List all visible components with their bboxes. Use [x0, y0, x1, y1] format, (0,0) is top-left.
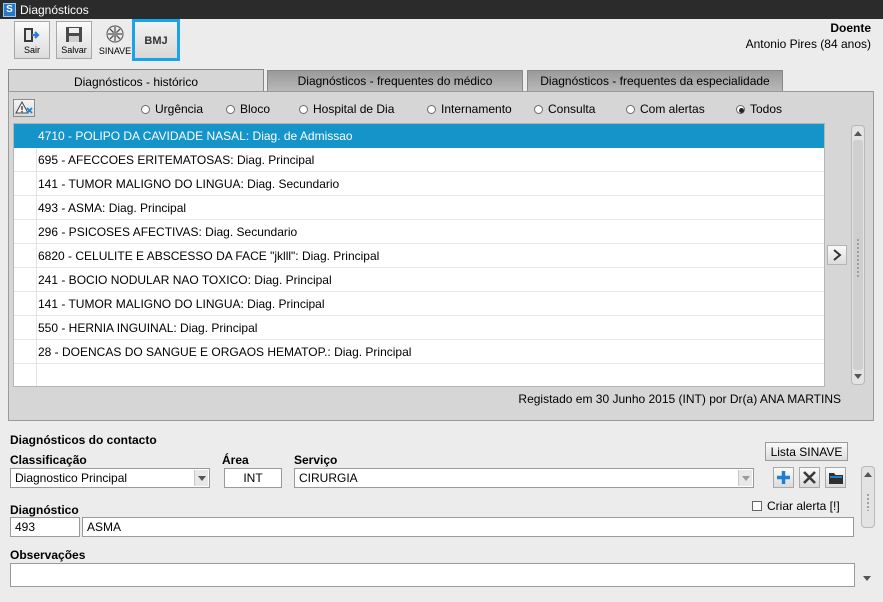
app-logo-icon: S [3, 2, 16, 17]
save-icon [66, 27, 82, 42]
tab-historico[interactable]: Diagnósticos - histórico [8, 69, 264, 93]
scroll-up-icon[interactable] [852, 127, 864, 139]
filter-bar: Urgência Bloco Hospital de Dia Intername… [9, 98, 869, 120]
radio-consulta[interactable] [534, 104, 543, 114]
registration-info: Registado em 30 Junho 2015 (INT) por Dr(… [518, 392, 841, 406]
window-title: Diagnósticos [20, 2, 89, 17]
history-list: 4710 - POLIPO DA CAVIDADE NASAL: Diag. d… [13, 123, 825, 387]
patient-info: Doente Antonio Pires (84 anos) [746, 21, 871, 51]
diagnostico-desc-input[interactable]: ASMA [82, 517, 854, 537]
patient-label: Doente [830, 21, 871, 35]
filter-bloco[interactable]: Bloco [226, 102, 270, 116]
list-item[interactable]: 141 - TUMOR MALIGNO DO LINGUA: Diag. Pri… [14, 292, 824, 316]
scroll-down-icon[interactable] [861, 573, 873, 585]
folder-icon [828, 472, 843, 484]
sinave-button[interactable]: SINAVE [97, 21, 133, 59]
lista-sinave-button[interactable]: Lista SINAVE [765, 442, 848, 461]
add-button[interactable] [773, 467, 794, 488]
bmj-button[interactable]: BMJ [132, 19, 180, 61]
chevron-down-icon[interactable] [738, 470, 752, 486]
list-item[interactable]: 4710 - POLIPO DA CAVIDADE NASAL: Diag. d… [14, 124, 824, 148]
classificacao-label: Classificação [10, 453, 87, 467]
classificacao-select[interactable]: Diagnostico Principal [10, 468, 210, 488]
diagnostico-code-input[interactable]: 493 [10, 517, 80, 537]
scroll-thumb[interactable] [853, 140, 863, 370]
exit-icon [24, 28, 40, 42]
chevron-right-icon [833, 249, 842, 261]
open-folder-button[interactable] [825, 467, 846, 488]
list-item[interactable]: 695 - AFECCOES ERITEMATOSAS: Diag. Princ… [14, 148, 824, 172]
area-field[interactable]: INT [224, 468, 282, 488]
observacoes-input[interactable] [10, 563, 855, 587]
contact-scrollbar[interactable] [861, 466, 875, 528]
filter-hospital-de-dia[interactable]: Hospital de Dia [299, 102, 394, 116]
list-item[interactable]: 141 - TUMOR MALIGNO DO LINGUA: Diag. Sec… [14, 172, 824, 196]
list-item[interactable]: 241 - BOCIO NODULAR NAO TOXICO: Diag. Pr… [14, 268, 824, 292]
scroll-down-icon[interactable] [852, 371, 864, 383]
sinave-seal-icon [106, 25, 124, 43]
observacoes-label: Observações [10, 548, 86, 562]
scroll-grip [856, 238, 860, 278]
expand-button[interactable] [827, 245, 847, 265]
filter-urgencia[interactable]: Urgência [141, 102, 203, 116]
list-item[interactable]: 296 - PSICOSES AFECTIVAS: Diag. Secundar… [14, 220, 824, 244]
scroll-grip [866, 493, 870, 511]
area-label: Área [222, 453, 249, 467]
radio-hospital-de-dia[interactable] [299, 104, 308, 114]
sinave-label: SINAVE [98, 46, 132, 56]
tab-frequentes-especialidade[interactable]: Diagnósticos - frequentes da especialida… [527, 70, 783, 91]
list-item[interactable]: 493 - ASMA: Diag. Principal [14, 196, 824, 220]
bmj-label: BMJ [144, 34, 168, 47]
radio-internamento[interactable] [427, 104, 436, 114]
servico-select[interactable]: CIRURGIA [294, 468, 754, 488]
sair-label: Sair [23, 45, 40, 55]
filter-com-alertas[interactable]: Com alertas [626, 102, 705, 116]
alert-filter-button[interactable] [13, 99, 35, 117]
criar-alerta-checkbox[interactable]: Criar alerta [!] [752, 499, 840, 513]
diagnostico-label: Diagnóstico [10, 503, 79, 517]
filter-todos[interactable]: Todos [736, 102, 782, 116]
radio-todos[interactable] [736, 104, 745, 114]
radio-bloco[interactable] [226, 104, 235, 114]
close-icon [803, 471, 816, 484]
remove-button[interactable] [799, 467, 820, 488]
sair-button[interactable]: Sair [14, 21, 50, 59]
section-title: Diagnósticos do contacto [10, 433, 157, 447]
salvar-button[interactable]: Salvar [56, 21, 92, 59]
tab-frequentes-medico[interactable]: Diagnósticos - frequentes do médico [267, 70, 523, 91]
radio-urgencia[interactable] [141, 104, 150, 114]
plus-icon [777, 471, 790, 484]
list-item[interactable]: 28 - DOENCAS DO SANGUE E ORGAOS HEMATOP.… [14, 340, 824, 364]
radio-com-alertas[interactable] [626, 104, 635, 114]
chevron-down-icon[interactable] [194, 470, 208, 486]
patient-name: Antonio Pires (84 anos) [745, 37, 871, 51]
history-panel: Urgência Bloco Hospital de Dia Intername… [8, 91, 874, 421]
scroll-up-icon[interactable] [862, 468, 874, 480]
filter-internamento[interactable]: Internamento [427, 102, 512, 116]
list-item[interactable]: 6820 - CELULITE E ABSCESSO DA FACE "jkll… [14, 244, 824, 268]
warning-icon [15, 101, 33, 114]
filter-consulta[interactable]: Consulta [534, 102, 595, 116]
servico-label: Serviço [294, 453, 338, 467]
checkbox-box[interactable] [752, 501, 762, 511]
title-bar: S Diagnósticos [0, 0, 883, 19]
history-scrollbar[interactable] [851, 125, 865, 385]
salvar-label: Salvar [61, 45, 87, 55]
list-item[interactable]: 550 - HERNIA INGUINAL: Diag. Principal [14, 316, 824, 340]
